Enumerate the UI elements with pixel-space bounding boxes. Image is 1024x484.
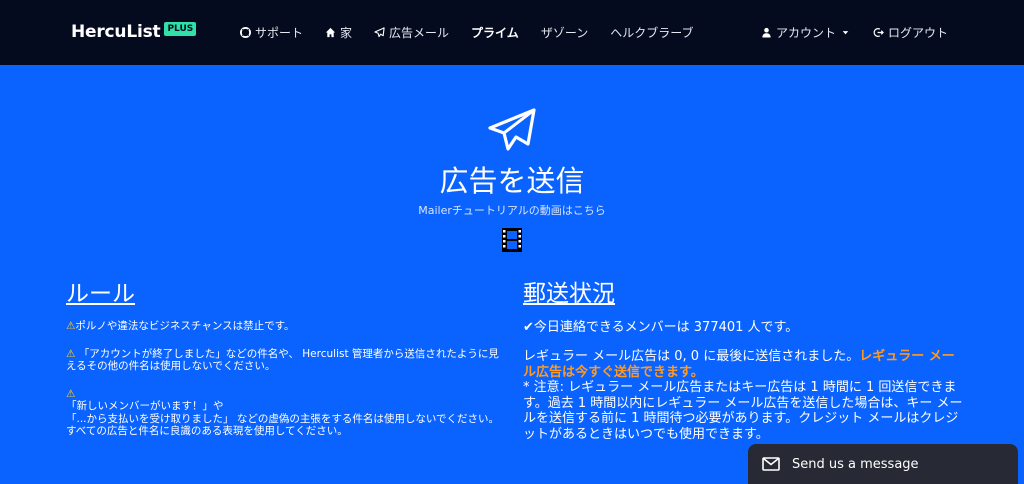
nav-item-prime[interactable]: プライム [471, 24, 519, 41]
nav-item-herc-blab-label: ヘルクブラーブ [610, 26, 694, 40]
chat-widget-button[interactable]: Send us a message [748, 444, 1018, 484]
nav-item-ad-mail[interactable]: 広告メール [374, 24, 449, 41]
mailing-status-section: 郵送状況 ✔今日連絡できるメンバーは 377401 人です。 レギュラー メール… [523, 280, 963, 442]
status-title: 郵送状況 [523, 281, 615, 307]
nav-item-herc-blab[interactable]: ヘルクブラーブ [610, 24, 693, 41]
nav-item-home-label: 家 [340, 26, 353, 40]
tutorial-video-link-text[interactable]: Mailerチュートリアルの動画はこちら [0, 202, 1024, 218]
warning-icon: ⚠ [66, 387, 76, 400]
rule-item: ⚠ 「新しいメンバーがいます！」や 「...から支払いを受け取りました」 などの… [66, 387, 500, 438]
rule-item: ⚠ 「アカウントが終了しました」などの件名や、 Herculist 管理者から送… [66, 347, 499, 373]
logout-label: ログアウト [887, 26, 948, 40]
home-icon [325, 27, 336, 38]
logout-icon [873, 27, 884, 38]
brand-logo[interactable]: HercuList PLUS [71, 19, 197, 45]
members-reachable: ✔今日連絡できるメンバーは 377401 人です。 [523, 320, 799, 335]
status-note: * 注意: レギュラー メール広告またはキー広告は 1 時間に 1 回送信できま… [523, 380, 963, 442]
film-icon[interactable] [502, 228, 522, 252]
paper-plane-icon [487, 108, 537, 152]
brand-name: HercuList [71, 22, 161, 42]
account-dropdown[interactable]: アカウント [761, 24, 851, 41]
lifebuoy-icon [240, 27, 251, 38]
caret-down-icon [840, 27, 851, 38]
chat-label: Send us a message [792, 456, 919, 472]
nav-item-support[interactable]: サポート [240, 24, 303, 41]
page-title: 広告を送信 [439, 164, 585, 198]
warning-icon: ⚠ [66, 320, 76, 332]
nav-item-ad-mail-label: 広告メール [389, 26, 450, 40]
nav-item-support-label: サポート [255, 26, 304, 40]
logout-link[interactable]: ログアウト [873, 24, 948, 41]
nav-right: アカウント ログアウト [761, 0, 948, 65]
nav-item-the-zone-label: ザゾーン [540, 26, 589, 40]
user-icon [761, 27, 772, 38]
regular-mail-status: レギュラー メール広告は 0, 0 に最後に送信されました。レギュラー メール広… [523, 349, 963, 442]
nav-menu: サポート 家 広告メール プライム ザゾーン ヘルクブラーブ [240, 0, 716, 65]
nav-item-the-zone[interactable]: ザゾーン [541, 24, 588, 41]
account-label: アカウント [775, 26, 836, 40]
paper-plane-icon [374, 27, 385, 38]
check-icon: ✔ [523, 320, 534, 335]
rules-section: ルール ⚠ポルノや違法なビジネスチャンスは禁止です。 ⚠ 「アカウントが終了しま… [66, 280, 506, 453]
rule-item: ⚠ポルノや違法なビジネスチャンスは禁止です。 [66, 320, 295, 332]
rules-title: ルール [66, 281, 135, 307]
warning-icon: ⚠ [66, 347, 76, 360]
brand-badge: PLUS [164, 22, 197, 36]
top-navbar: HercuList PLUS サポート 家 広告メール プライム ザゾーン ヘル… [0, 0, 1024, 65]
nav-item-prime-label: プライム [471, 26, 519, 40]
nav-item-home[interactable]: 家 [325, 24, 352, 41]
